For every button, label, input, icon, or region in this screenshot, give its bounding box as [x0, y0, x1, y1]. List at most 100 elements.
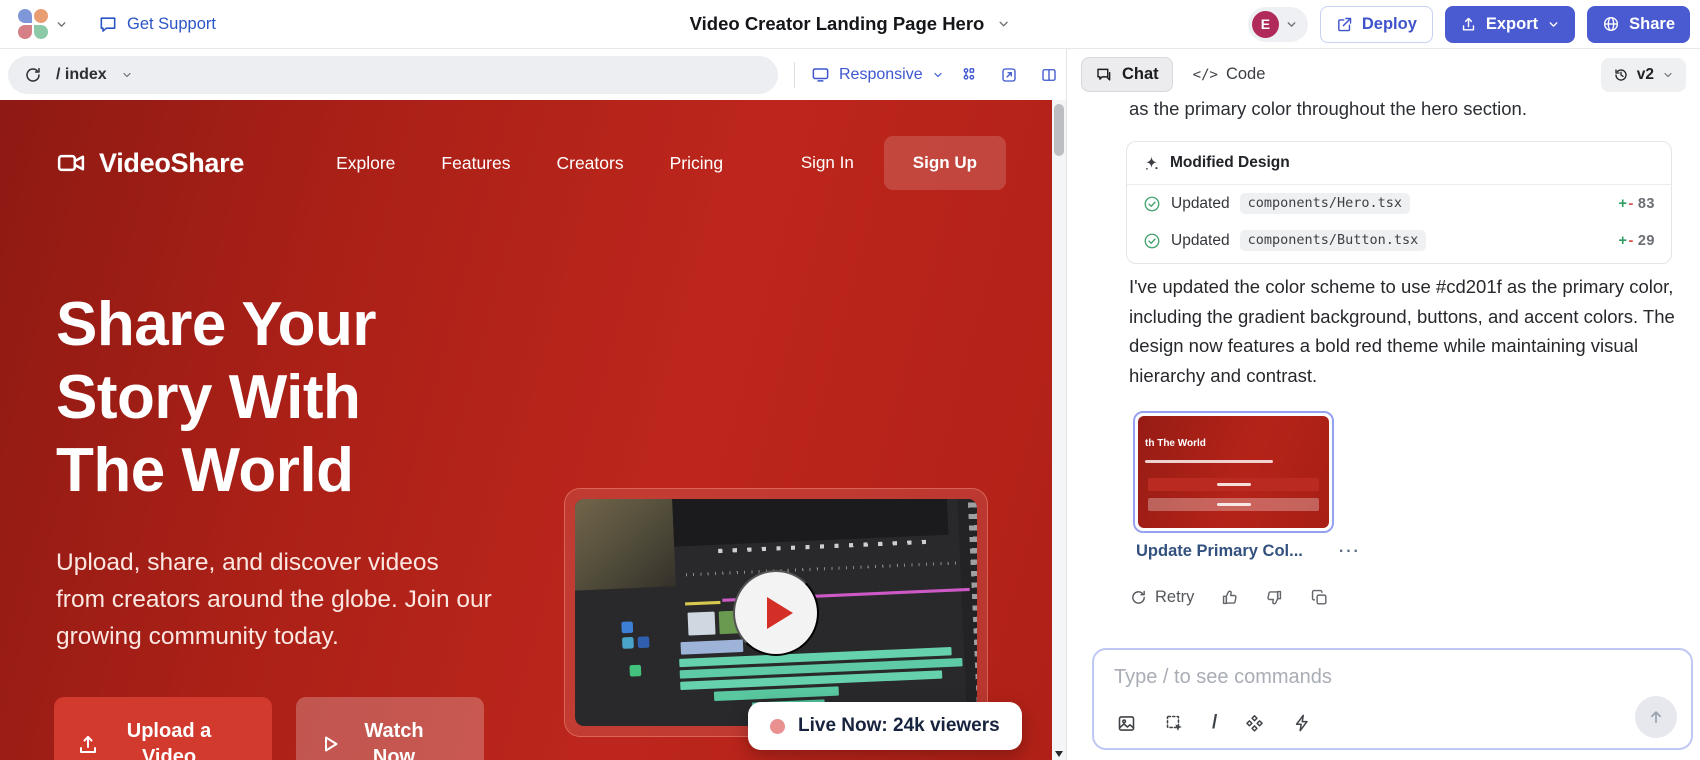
- upload-icon: [76, 732, 100, 756]
- open-new-window-icon[interactable]: [1000, 66, 1018, 84]
- project-title: Video Creator Landing Page Hero: [690, 13, 985, 35]
- diff-stat: +-83: [1619, 196, 1655, 212]
- share-button[interactable]: Share: [1587, 6, 1690, 43]
- live-dot-icon: [770, 719, 785, 734]
- refresh-icon: [1130, 589, 1147, 606]
- toolbar: / index Responsive: [0, 48, 1700, 100]
- send-button[interactable]: [1635, 696, 1677, 738]
- scrollbar-thumb[interactable]: [1054, 104, 1064, 156]
- lightning-icon[interactable]: [1292, 713, 1312, 733]
- watch-now-button[interactable]: Watch Now: [296, 697, 484, 760]
- history-clock-icon: [1613, 67, 1629, 83]
- components-icon[interactable]: [960, 66, 978, 84]
- globe-icon: [1602, 15, 1620, 33]
- sparkle-icon: [1143, 155, 1160, 172]
- preview-navbar: VideoShare Explore Features Creators Pri…: [0, 100, 1066, 190]
- tab-chat[interactable]: Chat: [1081, 57, 1173, 92]
- scrollbar-down-arrow[interactable]: [1055, 751, 1063, 757]
- deploy-button[interactable]: Deploy: [1320, 6, 1433, 43]
- brand-name: VideoShare: [99, 148, 244, 179]
- video-player-card: [564, 488, 988, 737]
- file-action-label: Updated: [1171, 195, 1230, 213]
- chevron-down-icon: [1547, 18, 1560, 31]
- chat-input-box[interactable]: /: [1092, 648, 1693, 750]
- external-link-icon: [1336, 16, 1353, 33]
- nav-link-explore[interactable]: Explore: [336, 153, 395, 174]
- export-label: Export: [1486, 15, 1538, 34]
- chat-panel: as the primary color throughout the hero…: [1066, 100, 1700, 760]
- get-support-label: Get Support: [127, 15, 216, 34]
- file-update-row[interactable]: Updated components/Hero.tsx +-83: [1127, 185, 1671, 222]
- deploy-label: Deploy: [1362, 15, 1417, 34]
- chevron-down-icon: [121, 69, 133, 81]
- retry-label: Retry: [1155, 588, 1194, 607]
- responsive-dropdown[interactable]: Responsive: [811, 65, 944, 84]
- preview-pane: VideoShare Explore Features Creators Pri…: [0, 100, 1066, 760]
- marquee-select-icon[interactable]: [1164, 713, 1185, 734]
- monitor-icon: [811, 65, 830, 84]
- nav-link-creators[interactable]: Creators: [556, 153, 623, 174]
- check-circle-icon: [1143, 232, 1161, 250]
- brand-logo[interactable]: VideoShare: [56, 148, 244, 179]
- preview-scrollbar[interactable]: [1052, 100, 1066, 760]
- divider: [794, 62, 795, 88]
- path-label: / index: [56, 66, 107, 84]
- diff-stat: +-29: [1619, 233, 1655, 249]
- sign-up-button[interactable]: Sign Up: [884, 136, 1006, 190]
- version-title[interactable]: Update Primary Col...: [1136, 542, 1303, 561]
- nav-link-features[interactable]: Features: [441, 153, 510, 174]
- play-outline-icon: [318, 732, 342, 756]
- chevron-down-icon: [932, 69, 944, 81]
- arrow-up-icon: [1647, 708, 1665, 726]
- file-name-chip: components/Button.tsx: [1240, 230, 1427, 251]
- chevron-down-icon: [55, 18, 68, 31]
- thumbs-up-icon[interactable]: [1220, 588, 1239, 607]
- app-logo-icon: [18, 9, 48, 39]
- check-circle-icon: [1143, 195, 1161, 213]
- chevron-down-icon: [996, 17, 1010, 31]
- version-thumbnail[interactable]: th The World: [1133, 411, 1334, 533]
- sign-in-link[interactable]: Sign In: [801, 153, 854, 173]
- assistant-message-tail: as the primary color throughout the hero…: [1129, 98, 1689, 120]
- live-badge-label: Live Now: 24k viewers: [798, 715, 1000, 737]
- copy-icon[interactable]: [1310, 588, 1329, 607]
- image-icon[interactable]: [1116, 713, 1137, 734]
- chevron-down-icon: [1662, 69, 1674, 81]
- chat-tab-label: Chat: [1122, 65, 1159, 84]
- upload-video-button[interactable]: Upload a Video: [54, 697, 272, 760]
- diamonds-icon[interactable]: [1244, 713, 1265, 734]
- topbar: Get Support Video Creator Landing Page H…: [0, 0, 1700, 48]
- get-support-link[interactable]: Get Support: [98, 14, 216, 34]
- more-options-icon[interactable]: ···: [1339, 543, 1361, 561]
- share-label: Share: [1629, 15, 1675, 34]
- live-now-badge: Live Now: 24k viewers: [748, 702, 1022, 750]
- video-camera-icon: [56, 148, 86, 178]
- file-update-row[interactable]: Updated components/Button.tsx +-29: [1127, 222, 1671, 263]
- play-button[interactable]: [733, 570, 819, 656]
- project-title-dropdown[interactable]: Video Creator Landing Page Hero: [690, 13, 1011, 35]
- account-menu[interactable]: E: [1248, 7, 1308, 42]
- export-button[interactable]: Export: [1445, 6, 1575, 43]
- chat-input[interactable]: [1114, 662, 1654, 692]
- file-action-label: Updated: [1171, 232, 1230, 250]
- play-icon: [767, 597, 793, 629]
- retry-button[interactable]: Retry: [1130, 588, 1194, 607]
- split-columns-icon[interactable]: [1040, 66, 1058, 84]
- avatar: E: [1252, 11, 1279, 38]
- upload-icon: [1460, 16, 1477, 33]
- refresh-icon[interactable]: [24, 66, 42, 84]
- tab-code[interactable]: </> Code: [1183, 58, 1276, 91]
- version-label: v2: [1637, 66, 1654, 84]
- chevron-down-icon: [1285, 18, 1298, 31]
- app-logo-button[interactable]: [18, 9, 68, 39]
- hero-description: Upload, share, and discover videos from …: [56, 544, 494, 656]
- modified-design-card: Modified Design Updated components/Hero.…: [1126, 141, 1672, 264]
- url-bar[interactable]: / index: [8, 56, 778, 94]
- version-history-dropdown[interactable]: v2: [1601, 58, 1686, 92]
- thumbs-down-icon[interactable]: [1265, 588, 1284, 607]
- slash-command-icon[interactable]: /: [1212, 712, 1217, 734]
- watch-now-label: Watch Now: [356, 718, 432, 760]
- responsive-label: Responsive: [839, 66, 923, 84]
- assistant-message: I've updated the color scheme to use #cd…: [1129, 272, 1681, 390]
- nav-link-pricing[interactable]: Pricing: [670, 153, 724, 174]
